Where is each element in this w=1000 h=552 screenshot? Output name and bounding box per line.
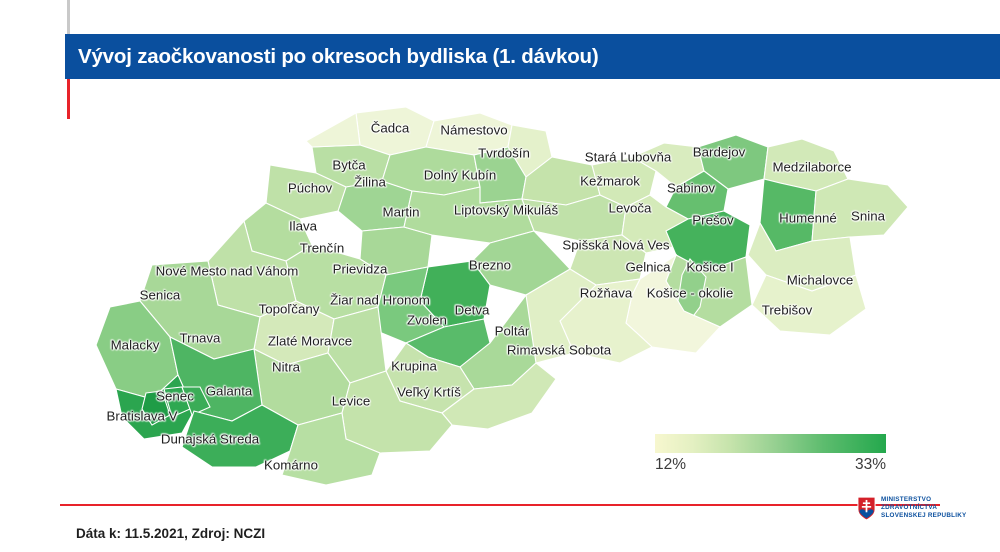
district-labels: Čadca Námestovo Tvrdošín Bytča Dolný Kubín St… [60, 95, 940, 485]
district-label: Rožňava [579, 285, 633, 301]
district-label: Veľký Krtíš [397, 384, 461, 400]
district-label: Žilina [354, 174, 386, 190]
district-label: Krupina [391, 358, 437, 374]
district-label: Žiar nad Hronom [330, 292, 430, 308]
district-label: Prešov [692, 212, 734, 228]
logo-line-1: MINISTERSTVO [881, 495, 932, 503]
logo-line-3: SLOVENSKEJ REPUBLIKY [881, 512, 967, 520]
page-title: Vývoj zaočkovanosti po okresoch bydliska… [78, 44, 599, 68]
district-label: Kežmarok [580, 173, 640, 189]
district-label: Senec [156, 388, 194, 404]
district-label: Martin [382, 204, 420, 220]
district-label: Sabinov [666, 180, 716, 196]
choropleth-map[interactable]: .r{stroke:#ffffff;stroke-width:1.1;} [60, 95, 940, 485]
district-label: Bratislava V [106, 408, 178, 424]
district-label: Levice [331, 393, 371, 409]
district-label: Zlaté Moravce [267, 333, 353, 349]
district-label: Trnava [179, 330, 221, 346]
district-label: Rimavská Sobota [506, 342, 612, 358]
district-label: Trebišov [761, 302, 813, 318]
footer-source-note: Dáta k: 11.5.2021, Zdroj: NCZI [76, 526, 266, 541]
district-label: Dolný Kubín [423, 167, 497, 183]
district-label: Snina [850, 208, 886, 224]
district-label: Košice I [686, 259, 734, 275]
district-label: Galanta [205, 383, 253, 399]
district-label: Trenčín [299, 240, 345, 256]
district-label: Detva [454, 302, 490, 318]
district-label: Nové Mesto nad Váhom [155, 263, 299, 279]
district-label: Malacky [110, 337, 160, 353]
title-bar: Vývoj zaočkovanosti po okresoch bydliska… [65, 34, 1000, 79]
footer-divider [60, 504, 940, 506]
district-label: Michalovce [786, 272, 854, 288]
district-label: Liptovský Mikuláš [453, 202, 559, 218]
district-label: Medzilaborce [772, 159, 852, 175]
logo-line-2: ZDRAVOTNÍCTVA [881, 503, 938, 511]
district-label: Komárno [264, 457, 318, 473]
header-gray-tick [67, 0, 70, 34]
district-label: Bardejov [692, 144, 746, 160]
legend-gradient-bar [655, 434, 886, 453]
district-label: Zvolen [407, 312, 447, 328]
district-label: Dunajská Streda [160, 431, 260, 447]
district-label: Prievidza [332, 261, 388, 277]
district-label: Brezno [468, 257, 512, 273]
district-label: Nitra [271, 359, 301, 375]
district-label: Tvrdošín [478, 145, 530, 161]
slovak-coat-of-arms-icon [857, 496, 876, 520]
district-label: Levoča [608, 200, 652, 216]
district-label: Námestovo [440, 122, 508, 138]
district-label: Spišská Nová Ves [562, 237, 670, 253]
legend-min-label: 12% [655, 456, 687, 473]
district-label: Topoľčany [258, 301, 320, 317]
map-legend: 12% 33% [655, 434, 886, 473]
legend-max-label: 33% [854, 456, 886, 473]
district-label: Senica [139, 287, 181, 303]
district-label: Púchov [287, 180, 333, 196]
district-label: Gelnica [625, 259, 671, 275]
district-label: Humenné [779, 210, 837, 226]
district-label: Stará Ľubovňa [584, 149, 672, 165]
district-label: Poltár [494, 323, 530, 339]
district-label: Čadca [370, 120, 410, 136]
district-label: Ilava [288, 218, 318, 234]
district-label: Bytča [332, 157, 366, 173]
district-label: Košice - okolie [646, 285, 734, 301]
ministry-logo: MINISTERSTVO ZDRAVOTNÍCTVA SLOVENSKEJ RE… [857, 492, 982, 524]
